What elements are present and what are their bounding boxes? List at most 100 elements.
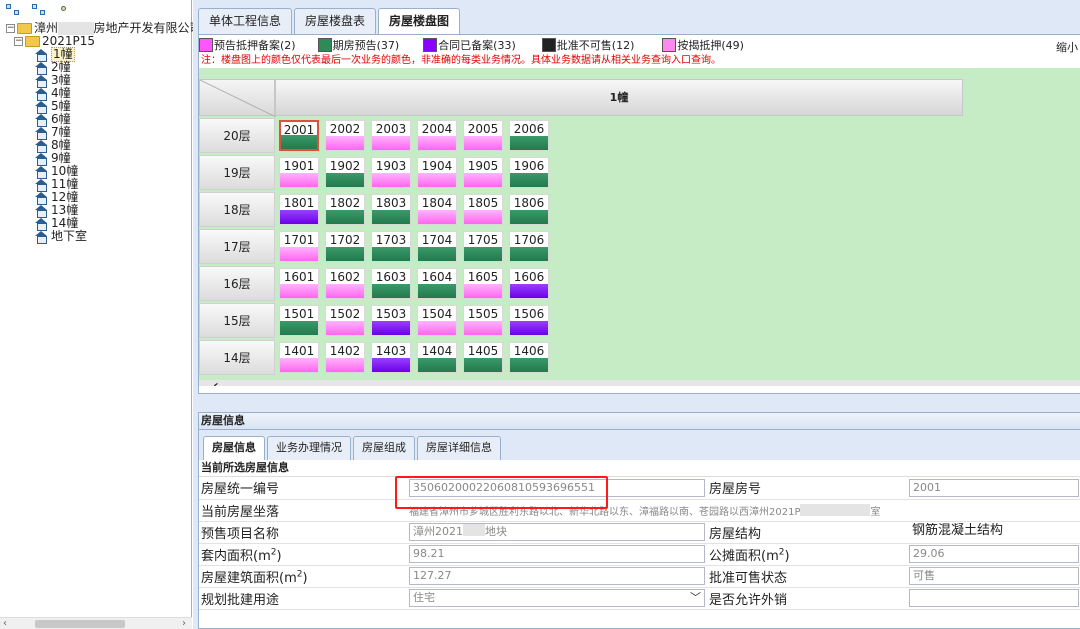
collapse-toggle-icon[interactable]: − — [14, 37, 23, 46]
unit-cell[interactable]: 1902 — [325, 157, 365, 188]
legend-item: 批准不可售(12) — [541, 37, 634, 53]
unit-cell[interactable]: 1905 — [463, 157, 503, 188]
presale-project-field[interactable]: 漳州2021x地块 — [409, 523, 705, 541]
tab-building-chart[interactable]: 房屋楼盘图 — [378, 8, 461, 35]
sale-status-field[interactable]: 可售 — [909, 567, 1079, 585]
unit-cell[interactable]: 1801 — [279, 194, 319, 225]
tree-node-building[interactable]: 3幢 — [0, 74, 191, 88]
tree-node-building[interactable]: 9幢 — [0, 152, 191, 166]
unit-cell[interactable]: 1606 — [509, 268, 549, 299]
unit-cell[interactable]: 1501 — [279, 305, 319, 336]
project-name-prefix: 漳州2021 — [413, 525, 463, 538]
unit-cell[interactable]: 2001 — [279, 120, 319, 151]
unit-cell[interactable]: 2004 — [417, 120, 457, 151]
unit-cell[interactable]: 1502 — [325, 305, 365, 336]
scroll-right-icon[interactable]: › — [182, 618, 186, 629]
tree-node-building[interactable]: 6幢 — [0, 113, 191, 127]
tree-node-building[interactable]: 4幢 — [0, 87, 191, 101]
unit-cell[interactable]: 1503 — [371, 305, 411, 336]
unit-cell[interactable]: 1403 — [371, 342, 411, 373]
unit-cell[interactable]: 1903 — [371, 157, 411, 188]
field-label: 批准可售状态 — [707, 565, 907, 588]
tree-node-building[interactable]: 14幢 — [0, 217, 191, 231]
grid-horizontal-scrollbar[interactable]: ‹ — [199, 378, 1080, 386]
unit-cell[interactable]: 1406 — [509, 342, 549, 373]
unit-cell[interactable]: 1702 — [325, 231, 365, 262]
inner-area-field[interactable]: 98.21 — [409, 545, 705, 563]
unit-cell[interactable]: 1806 — [509, 194, 549, 225]
unit-cell[interactable]: 1802 — [325, 194, 365, 225]
house-unified-id-field[interactable]: 35060200022060810593696551 — [409, 478, 705, 497]
unit-number: 1902 — [326, 158, 364, 174]
unit-cell[interactable]: 1805 — [463, 194, 503, 225]
unit-cell[interactable]: 1505 — [463, 305, 503, 336]
unit-cell[interactable]: 1703 — [371, 231, 411, 262]
tree-node-building[interactable]: 7幢 — [0, 126, 191, 140]
legend-swatch — [423, 38, 438, 52]
unit-cell[interactable]: 1601 — [279, 268, 319, 299]
tab-house-info[interactable]: 房屋信息 — [203, 436, 265, 460]
room-number-field[interactable]: 2001 — [909, 478, 1079, 497]
scroll-left-icon[interactable]: ‹ — [3, 618, 7, 629]
unit-number: 1602 — [326, 269, 364, 285]
unit-cell[interactable]: 1605 — [463, 268, 503, 299]
unit-cell[interactable]: 1705 — [463, 231, 503, 262]
unit-cell[interactable]: 2006 — [509, 120, 549, 151]
field-label: 公摊面积(m2) — [707, 543, 907, 566]
unit-cell[interactable]: 1706 — [509, 231, 549, 262]
tree-node-building[interactable]: 2幢 — [0, 61, 191, 75]
unit-cell[interactable]: 1804 — [417, 194, 457, 225]
unit-cell[interactable]: 1506 — [509, 305, 549, 336]
unit-cell[interactable]: 1701 — [279, 231, 319, 262]
unit-cell[interactable]: 1906 — [509, 157, 549, 188]
tree-node-building[interactable]: 8幢 — [0, 139, 191, 153]
allow-export-sale-field[interactable] — [909, 589, 1079, 607]
tree-node-company[interactable]: − 漳州xxxxx房地产开发有限公司 — [0, 22, 202, 35]
unit-cell[interactable]: 1405 — [463, 342, 503, 373]
tree-node-building[interactable]: 地下室 — [0, 230, 191, 244]
unit-cell[interactable]: 2003 — [371, 120, 411, 151]
unit-cell[interactable]: 2002 — [325, 120, 365, 151]
unit-cell[interactable]: 1602 — [325, 268, 365, 299]
unit-cell[interactable]: 1404 — [417, 342, 457, 373]
shrink-button[interactable]: 缩小 — [1056, 39, 1078, 55]
scrollbar-thumb[interactable] — [35, 620, 125, 628]
tree-node-building[interactable]: 10幢 — [0, 165, 191, 179]
unit-cell[interactable]: 1604 — [417, 268, 457, 299]
tree-node-building[interactable]: 11幢 — [0, 178, 191, 192]
unit-cell[interactable]: 1402 — [325, 342, 365, 373]
unit-cell[interactable]: 1901 — [279, 157, 319, 188]
tab-building-table[interactable]: 房屋楼盘表 — [294, 8, 377, 34]
refresh-tree-icon[interactable] — [58, 4, 74, 18]
tab-house-details[interactable]: 房屋详细信息 — [417, 436, 501, 460]
building-area-field[interactable]: 127.27 — [409, 567, 705, 585]
unit-cell[interactable]: 1603 — [371, 268, 411, 299]
planned-use-select[interactable]: 住宅 ﹀ — [409, 589, 705, 607]
scroll-left-icon[interactable]: ‹ — [213, 378, 219, 386]
unit-cell[interactable]: 1401 — [279, 342, 319, 373]
chevron-down-icon[interactable]: ﹀ — [690, 590, 701, 606]
unit-cell[interactable]: 1904 — [417, 157, 457, 188]
house-icon — [34, 127, 48, 140]
house-location-field[interactable]: 福建省漳州市芗城区胜利东路以北、新华北路以东、漳福路以南、苍园路以西漳州2021… — [409, 501, 1079, 519]
floor-label: 17层 — [199, 229, 275, 264]
unit-cell[interactable]: 1803 — [371, 194, 411, 225]
tree-node-building[interactable]: 13幢 — [0, 204, 191, 218]
expand-tree-icon[interactable] — [6, 4, 22, 18]
tab-house-composition[interactable]: 房屋组成 — [353, 436, 415, 460]
tree-horizontal-scrollbar[interactable]: ‹ › — [0, 617, 192, 629]
tab-business-status[interactable]: 业务办理情况 — [267, 436, 351, 460]
tree-node-building[interactable]: 5幢 — [0, 100, 191, 114]
unit-status-bar — [280, 358, 318, 372]
collapse-tree-icon[interactable] — [32, 4, 48, 18]
tree-node-building[interactable]: 1幢 — [0, 47, 191, 62]
tab-project-info[interactable]: 单体工程信息 — [198, 8, 293, 34]
tree-node-building[interactable]: 12幢 — [0, 191, 191, 205]
unit-cell[interactable]: 2005 — [463, 120, 503, 151]
tree-node-project[interactable]: − 2021P15 — [0, 35, 191, 48]
unit-cell[interactable]: 1704 — [417, 231, 457, 262]
legend-label: 按揭抵押(49) — [677, 39, 744, 52]
unit-cell[interactable]: 1504 — [417, 305, 457, 336]
collapse-toggle-icon[interactable]: − — [6, 24, 15, 33]
shared-area-field[interactable]: 29.06 — [909, 545, 1079, 563]
